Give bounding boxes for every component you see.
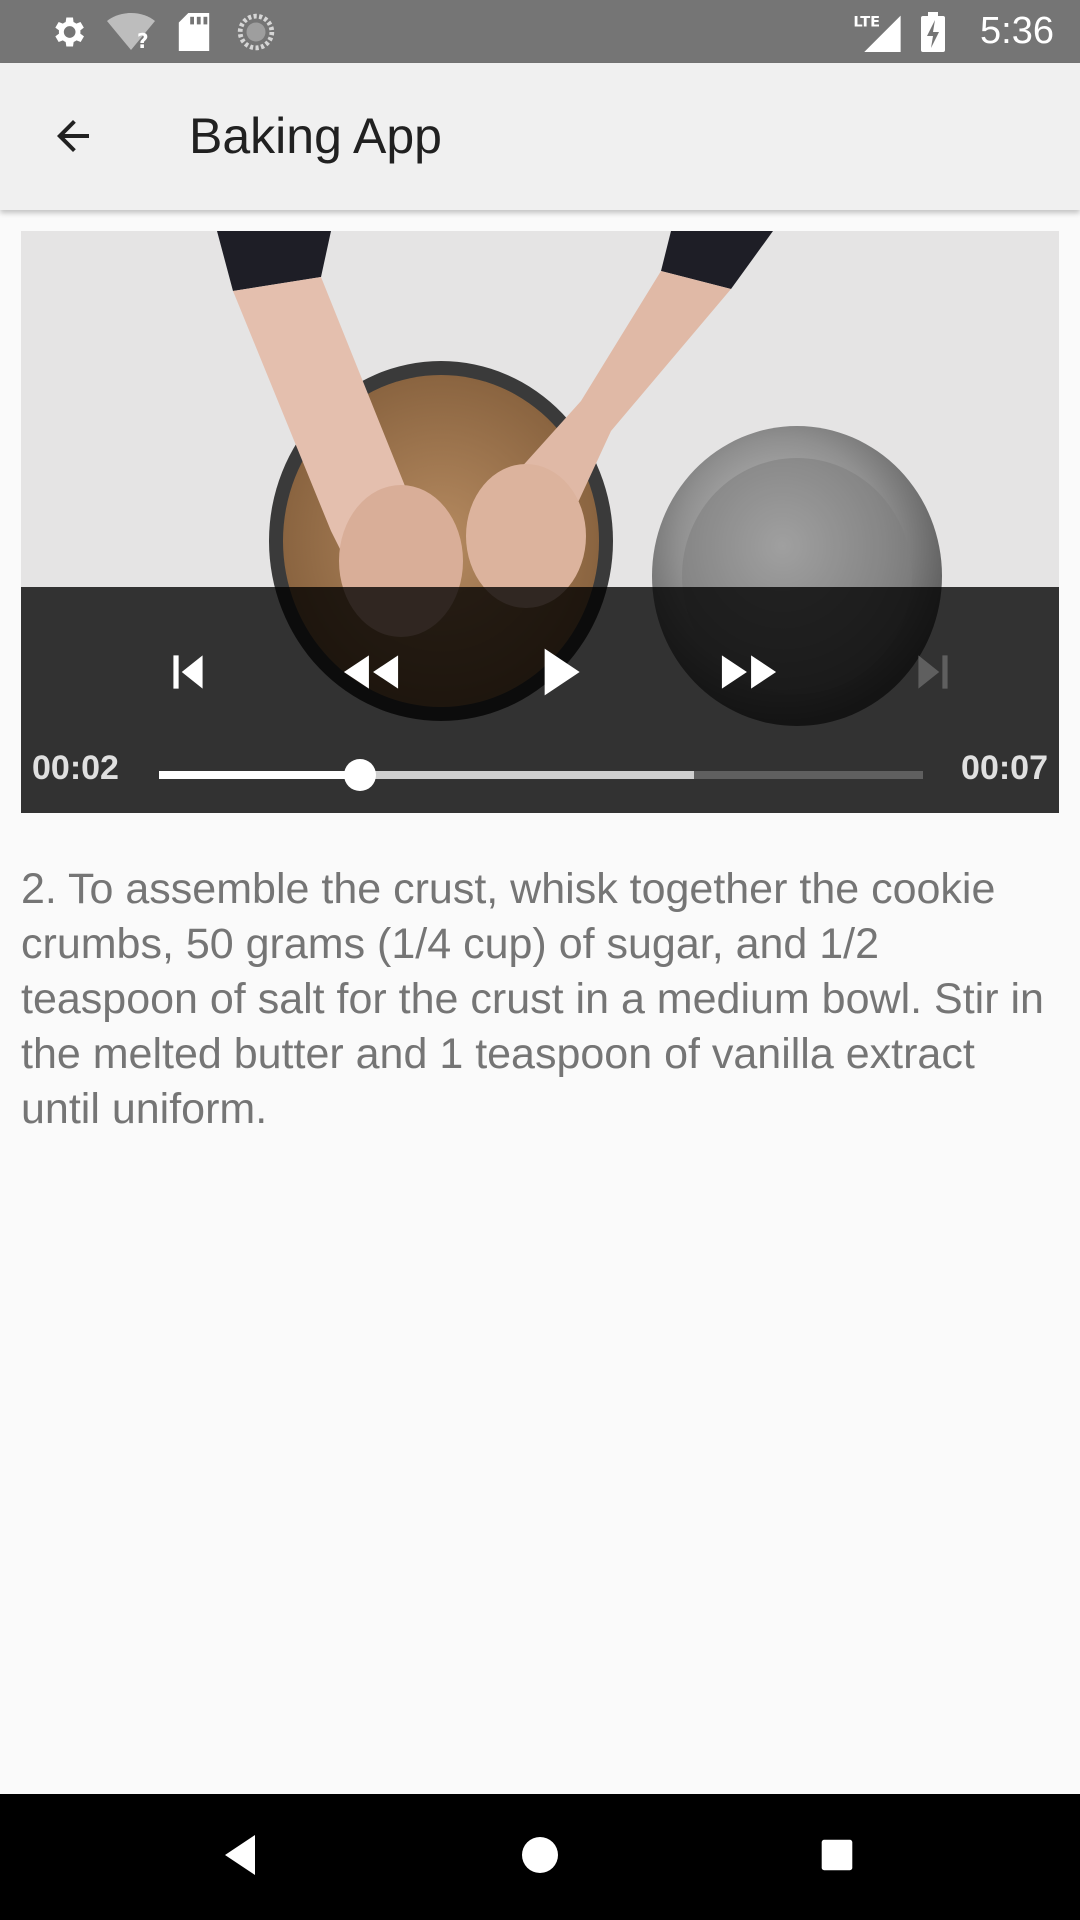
skip-next-icon xyxy=(908,647,958,702)
player-controls: 00:02 00:07 xyxy=(21,587,1059,813)
play-icon xyxy=(536,644,586,705)
sync-icon xyxy=(234,0,278,63)
back-button[interactable] xyxy=(28,93,118,183)
home-circle-icon xyxy=(520,1835,560,1880)
back-triangle-icon xyxy=(223,1834,259,1880)
video-player[interactable]: 00:02 00:07 xyxy=(21,231,1059,813)
navigation-bar xyxy=(0,1794,1080,1920)
page-title: Baking App xyxy=(189,108,442,164)
current-time: 00:02 xyxy=(32,749,119,787)
recents-square-icon xyxy=(820,1838,854,1877)
nav-recents-button[interactable] xyxy=(797,1817,877,1897)
skip-previous-button[interactable] xyxy=(148,634,228,714)
skip-next-button[interactable] xyxy=(893,634,973,714)
arrow-back-icon xyxy=(49,112,97,165)
skip-previous-icon xyxy=(163,647,213,702)
battery-charging-icon xyxy=(918,0,948,63)
duration-time: 00:07 xyxy=(961,749,1048,787)
signal-icon: LTE xyxy=(852,0,902,63)
seek-played xyxy=(159,771,360,779)
rewind-icon xyxy=(339,647,403,702)
svg-text:?: ? xyxy=(137,29,149,52)
rewind-button[interactable] xyxy=(331,634,411,714)
seek-bar[interactable] xyxy=(159,759,923,791)
sd-card-icon xyxy=(176,0,212,63)
seek-thumb[interactable] xyxy=(343,759,376,791)
settings-icon xyxy=(46,0,90,63)
svg-text:LTE: LTE xyxy=(853,14,880,30)
step-description: 2. To assemble the crust, whisk together… xyxy=(21,865,1044,1133)
fast-forward-button[interactable] xyxy=(709,634,789,714)
status-time: 5:36 xyxy=(980,10,1054,52)
wifi-unknown-icon: ? xyxy=(106,0,156,63)
nav-back-button[interactable] xyxy=(201,1817,281,1897)
app-toolbar: Baking App xyxy=(0,63,1080,210)
status-bar: ? LTE 5:36 xyxy=(0,0,1080,63)
fast-forward-icon xyxy=(717,647,781,702)
play-button[interactable] xyxy=(521,634,601,714)
nav-home-button[interactable] xyxy=(500,1817,580,1897)
